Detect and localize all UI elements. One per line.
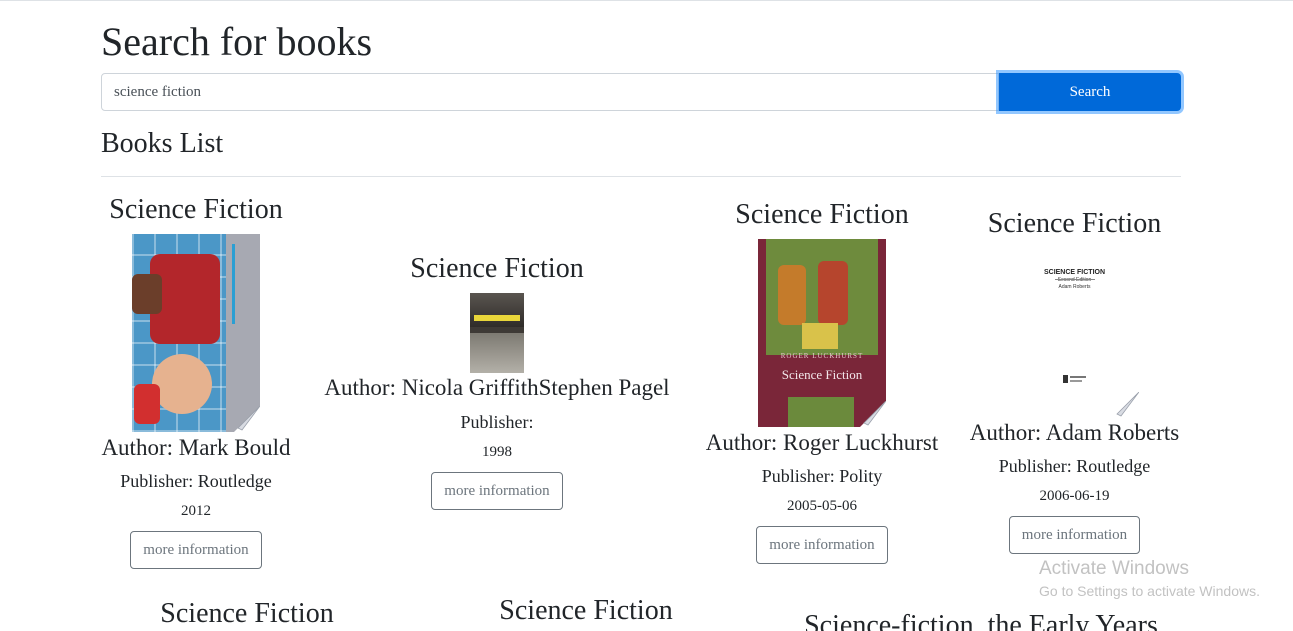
- book-card: Science Fiction Author: Nicola GriffithS…: [317, 253, 677, 510]
- book-card: Science-fiction, the Early Years: [786, 610, 1176, 631]
- cover-title-text: SCIENCE FICTION: [1043, 269, 1106, 276]
- book-publisher: Publisher: Polity: [761, 466, 883, 486]
- book-author: Author: Nicola GriffithStephen Pagel: [324, 375, 670, 400]
- page-curl-icon: [234, 406, 260, 432]
- more-information-button[interactable]: more information: [1008, 516, 1141, 554]
- book-publisher: Publisher: Routledge: [998, 456, 1151, 476]
- book-card: Science Fiction SCIENCE FICTION Second E…: [962, 208, 1187, 554]
- book-publisher: Publisher: Routledge: [120, 471, 272, 491]
- book-date: 2012: [181, 503, 211, 519]
- book-cover-image[interactable]: SCIENCE FICTION Second Edition Adam Robe…: [1010, 258, 1139, 418]
- search-row: Search: [101, 73, 1181, 111]
- book-author: Author: Mark Bould: [101, 435, 291, 460]
- page-curl-icon: [860, 401, 886, 427]
- top-border: [0, 0, 1293, 1]
- book-cover-image[interactable]: [470, 293, 524, 373]
- cover-edition-text: Second Edition: [1057, 277, 1092, 283]
- activate-windows-watermark: Activate Windows: [1039, 558, 1189, 579]
- book-publisher: Publisher:: [460, 412, 534, 432]
- book-cover-image[interactable]: [132, 234, 260, 432]
- book-card: Science Fiction Author: Mark Bould Publi…: [96, 194, 296, 569]
- search-input[interactable]: [101, 73, 999, 111]
- activate-windows-subtitle: Go to Settings to activate Windows.: [1039, 583, 1260, 599]
- book-cover-image[interactable]: ROGER LUCKHURST Science Fiction: [758, 239, 886, 427]
- section-divider: [101, 176, 1181, 177]
- book-date: 1998: [482, 444, 512, 460]
- book-title: Science-fiction, the Early Years: [804, 610, 1158, 631]
- search-button[interactable]: Search: [999, 73, 1181, 111]
- cover-author-text: ROGER LUCKHURST: [780, 352, 864, 360]
- book-date: 2005-05-06: [787, 498, 857, 514]
- book-title: Science Fiction: [160, 598, 334, 629]
- cover-title-text: Science Fiction: [781, 367, 863, 382]
- book-author: Author: Adam Roberts: [969, 420, 1180, 445]
- book-date: 2006-06-19: [1039, 488, 1110, 504]
- more-information-button[interactable]: more information: [756, 526, 888, 564]
- more-information-button[interactable]: more information: [130, 531, 262, 569]
- page-curl-icon: [1112, 392, 1139, 418]
- cover-author-text: Adam Roberts: [1058, 284, 1091, 290]
- book-title: Science Fiction: [410, 253, 584, 284]
- more-information-button[interactable]: more information: [431, 472, 563, 510]
- book-card: Science Fiction: [147, 598, 347, 630]
- book-title: Science Fiction: [499, 595, 673, 626]
- books-list-heading: Books List: [101, 128, 224, 159]
- book-title: Science Fiction: [987, 208, 1162, 239]
- book-title: Science Fiction: [735, 199, 909, 230]
- book-author: Author: Roger Luckhurst: [705, 430, 939, 455]
- book-card: Science Fiction: [486, 595, 686, 627]
- page-title: Search for books: [101, 19, 373, 64]
- book-title: Science Fiction: [109, 194, 283, 225]
- book-card: Science Fiction ROGER LUCKHURST Science …: [697, 199, 947, 564]
- publisher-logo-icon: [1062, 375, 1086, 383]
